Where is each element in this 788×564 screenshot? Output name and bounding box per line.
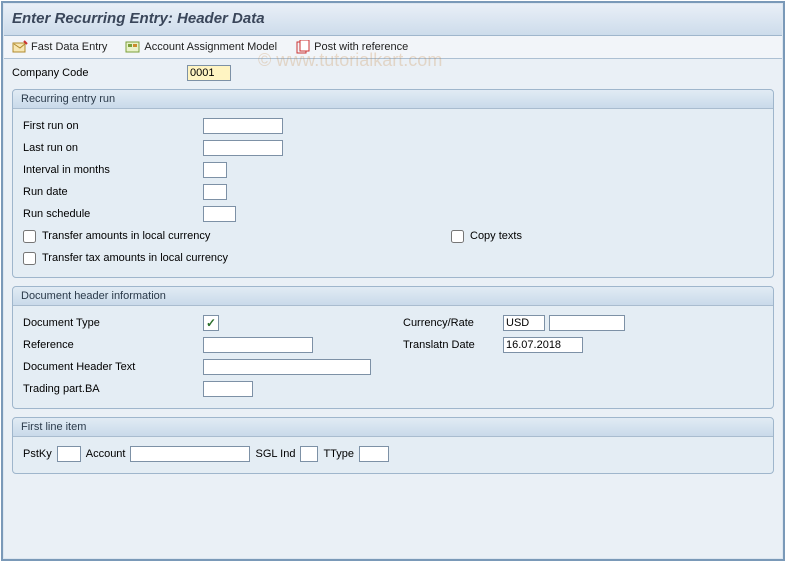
reference-field[interactable] bbox=[203, 337, 313, 353]
group-title: Recurring entry run bbox=[13, 90, 773, 109]
company-code-field[interactable] bbox=[187, 65, 231, 81]
account-assignment-model-button[interactable]: Account Assignment Model bbox=[125, 40, 277, 54]
run-schedule-label: Run schedule bbox=[23, 208, 203, 220]
run-date-label: Run date bbox=[23, 186, 203, 198]
interval-field[interactable] bbox=[203, 162, 227, 178]
copy-texts-checkbox[interactable] bbox=[451, 230, 464, 243]
sgl-field[interactable] bbox=[300, 446, 318, 462]
fast-data-entry-button[interactable]: Fast Data Entry bbox=[12, 40, 107, 54]
transfer-tax-label: Transfer tax amounts in local currency bbox=[42, 252, 228, 264]
translation-date-label: Translatn Date bbox=[403, 339, 503, 351]
group-title: First line item bbox=[13, 418, 773, 437]
post-ref-icon bbox=[295, 40, 311, 54]
company-code-label: Company Code bbox=[12, 67, 187, 79]
header-text-label: Document Header Text bbox=[23, 361, 203, 373]
last-run-label: Last run on bbox=[23, 142, 203, 154]
currency-label: Currency/Rate bbox=[403, 317, 503, 329]
pstky-label: PstKy bbox=[23, 448, 52, 460]
post-with-reference-button[interactable]: Post with reference bbox=[295, 40, 408, 54]
title-bar: Enter Recurring Entry: Header Data bbox=[4, 4, 782, 36]
first-run-label: First run on bbox=[23, 120, 203, 132]
run-schedule-field[interactable] bbox=[203, 206, 236, 222]
aam-icon bbox=[125, 40, 141, 54]
rate-field[interactable] bbox=[549, 315, 625, 331]
document-type-field[interactable]: ✓ bbox=[203, 315, 219, 331]
group-document-header: Document header information Document Typ… bbox=[12, 286, 774, 409]
trading-part-field[interactable] bbox=[203, 381, 253, 397]
copy-texts-label: Copy texts bbox=[470, 230, 522, 242]
toolbar-label: Fast Data Entry bbox=[31, 41, 107, 53]
last-run-field[interactable] bbox=[203, 140, 283, 156]
page-title: Enter Recurring Entry: Header Data bbox=[12, 10, 265, 27]
header-text-field[interactable] bbox=[203, 359, 371, 375]
sgl-label: SGL Ind bbox=[255, 448, 295, 460]
ttype-field[interactable] bbox=[359, 446, 389, 462]
account-label: Account bbox=[86, 448, 126, 460]
transfer-tax-checkbox[interactable] bbox=[23, 252, 36, 265]
group-first-line-item: First line item PstKy Account SGL Ind TT… bbox=[12, 417, 774, 474]
currency-field[interactable] bbox=[503, 315, 545, 331]
ttype-label: TType bbox=[323, 448, 354, 460]
account-field[interactable] bbox=[130, 446, 250, 462]
translation-date-field[interactable] bbox=[503, 337, 583, 353]
reference-label: Reference bbox=[23, 339, 203, 351]
transfer-local-label: Transfer amounts in local currency bbox=[42, 230, 210, 242]
document-type-label: Document Type bbox=[23, 317, 203, 329]
toolbar-label: Account Assignment Model bbox=[144, 41, 277, 53]
group-recurring-run: Recurring entry run First run on Last ru… bbox=[12, 89, 774, 278]
toolbar-label: Post with reference bbox=[314, 41, 408, 53]
run-date-field[interactable] bbox=[203, 184, 227, 200]
group-title: Document header information bbox=[13, 287, 773, 306]
pstky-field[interactable] bbox=[57, 446, 81, 462]
trading-part-label: Trading part.BA bbox=[23, 383, 203, 395]
first-run-field[interactable] bbox=[203, 118, 283, 134]
fast-entry-icon bbox=[12, 40, 28, 54]
toolbar: Fast Data Entry Account Assignment Model… bbox=[4, 36, 782, 59]
interval-label: Interval in months bbox=[23, 164, 203, 176]
transfer-local-checkbox[interactable] bbox=[23, 230, 36, 243]
